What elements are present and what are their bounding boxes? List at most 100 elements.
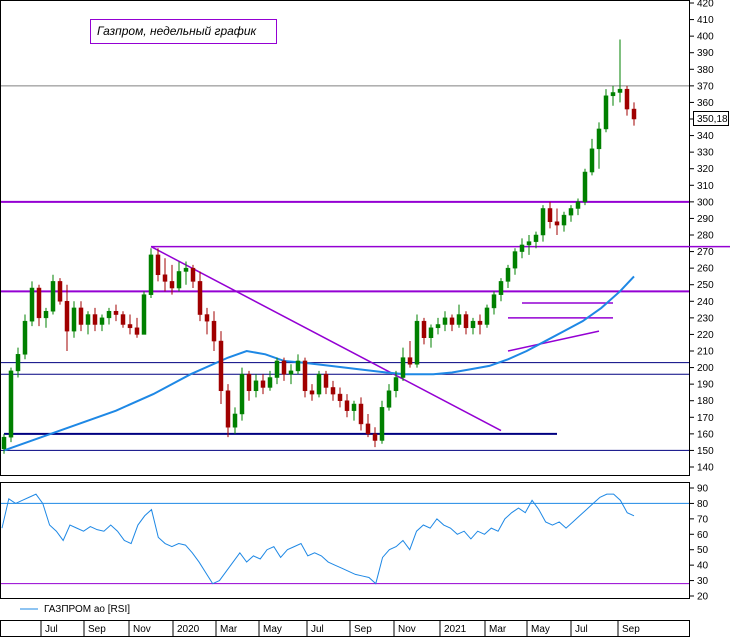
price-tick-label: 260: [697, 264, 714, 275]
candle-body: [344, 400, 350, 411]
candle-body: [15, 354, 21, 372]
candle-body: [414, 320, 420, 365]
rsi-tick-label: 20: [697, 592, 709, 603]
candle-body: [246, 373, 252, 392]
candle: [29, 281, 35, 327]
candle-body: [498, 281, 504, 295]
rsi-tick-label: 90: [697, 484, 709, 495]
candle-body: [134, 327, 140, 335]
date-tick-label: 2020: [177, 624, 200, 635]
candle-body: [50, 281, 56, 312]
candle-body: [113, 310, 119, 315]
price-tick-label: 290: [697, 214, 714, 225]
candle-body: [92, 314, 98, 325]
candle-body: [78, 307, 84, 325]
candle-body: [22, 320, 28, 355]
date-tick-label: Sep: [622, 624, 640, 635]
price-tick-label: 190: [697, 380, 714, 391]
candle-body: [197, 281, 203, 315]
candle-body: [393, 377, 399, 392]
candle: [582, 168, 588, 206]
candle-body: [288, 370, 294, 375]
candle-body: [561, 214, 567, 226]
price-tick-label: 240: [697, 297, 714, 308]
candle-body: [141, 294, 147, 335]
candle-body: [484, 307, 490, 325]
candle-body: [337, 393, 343, 401]
candle-body: [540, 208, 546, 236]
price-tick-label: 150: [697, 446, 714, 457]
date-tick-label: 2021: [444, 624, 467, 635]
candle-body: [407, 357, 413, 365]
price-tick-label: 170: [697, 413, 714, 424]
price-tick-label: 310: [697, 181, 714, 192]
price-tick-label: 270: [697, 247, 714, 258]
candle-body: [379, 407, 385, 441]
candle-body: [624, 88, 630, 110]
price-tick-label: 280: [697, 231, 714, 242]
price-tick-label: 410: [697, 15, 714, 26]
candle-body: [232, 413, 238, 428]
candle-body: [470, 320, 476, 329]
candle: [414, 314, 420, 368]
candle-body: [281, 360, 287, 375]
rsi-panel-frame: [0, 482, 690, 599]
price-tick-label: 300: [697, 197, 714, 208]
candle-body: [120, 314, 126, 325]
candle-body: [211, 320, 217, 342]
candle-body: [260, 380, 266, 388]
candle-body: [477, 320, 483, 325]
rsi-axis: 20 30 40 50 60 70 80 90: [690, 484, 709, 603]
candle-body: [491, 294, 497, 309]
candle-body: [526, 241, 532, 246]
price-tick-label: 230: [697, 313, 714, 324]
candle-body: [323, 373, 329, 388]
last-price-label: 350,18: [697, 114, 728, 125]
price-tick-label: 420: [697, 0, 714, 10]
candle-body: [176, 271, 182, 289]
candle-body: [386, 390, 392, 408]
candle-body: [449, 317, 455, 325]
candle-body: [99, 317, 105, 325]
rsi-legend-label: ГАЗПРОМ ао [RSI]: [44, 604, 130, 615]
price-axis: 140 150 160 170 180 190 200 210 220 230 240 250 260 2…: [690, 0, 714, 474]
date-tick-label: Mar: [220, 624, 238, 635]
candle: [8, 367, 14, 443]
candle-body: [610, 92, 616, 97]
candle-body: [253, 380, 259, 392]
candle-body: [617, 88, 623, 93]
price-tick-label: 140: [697, 463, 714, 474]
candle-body: [505, 267, 511, 282]
candle-body: [36, 287, 42, 319]
candle-body: [169, 281, 175, 289]
candle-body: [589, 148, 595, 173]
candle: [148, 248, 154, 298]
price-tick-label: 340: [697, 131, 714, 142]
price-tick-label: 400: [697, 32, 714, 43]
candle-body: [218, 340, 224, 392]
candle: [57, 278, 63, 305]
candle-body: [435, 324, 441, 329]
rsi-tick-label: 60: [697, 530, 709, 541]
price-tick-label: 370: [697, 81, 714, 92]
candle-body: [316, 373, 322, 395]
date-tick-label: Sep: [354, 624, 372, 635]
date-tick-label: Jul: [45, 624, 58, 635]
price-tick-label: 250: [697, 280, 714, 291]
candle-body: [295, 360, 301, 372]
candle-body: [190, 267, 196, 282]
candle-body: [631, 108, 637, 120]
candle-body: [225, 390, 231, 428]
candle-body: [400, 357, 406, 378]
date-tick-label: Nov: [133, 624, 151, 635]
candle-body: [127, 324, 133, 329]
candle-body: [372, 433, 378, 441]
candle-body: [533, 234, 539, 242]
candle-body: [582, 171, 588, 203]
rsi-tick-label: 50: [697, 545, 709, 556]
candle-body: [183, 267, 189, 272]
date-tick-label: Sep: [88, 624, 106, 635]
chart-title: Газпром, недельный график: [97, 24, 257, 38]
candle: [316, 370, 322, 398]
candle: [379, 400, 385, 444]
